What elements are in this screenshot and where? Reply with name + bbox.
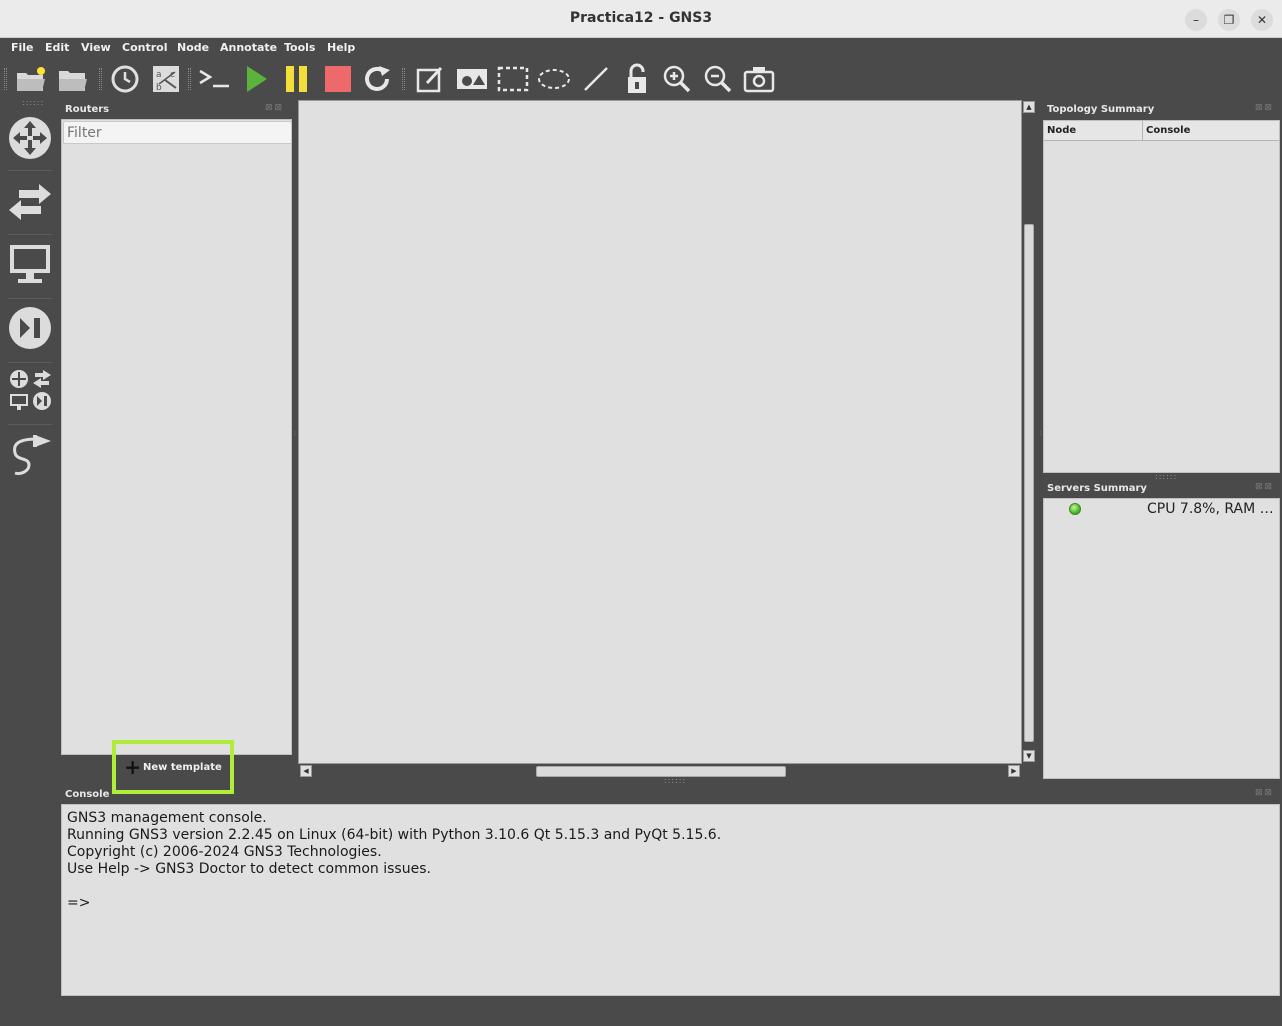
zoom-out-icon[interactable] (701, 63, 735, 95)
reload-all-icon[interactable] (361, 63, 395, 95)
console-dock-buttons[interactable]: ⊠⊠ (1255, 788, 1274, 798)
console-dock-title: Console (65, 789, 110, 800)
nodebar-separator (8, 362, 52, 363)
menu-view[interactable]: View (81, 41, 111, 54)
menu-file[interactable]: File (11, 41, 34, 54)
window-titlebar: Practica12 - GNS3 – ❐ ✕ (0, 0, 1282, 38)
topology-dock-buttons[interactable]: ⊠⊠ (1255, 103, 1274, 113)
start-all-icon[interactable] (239, 63, 273, 95)
menu-edit[interactable]: Edit (45, 41, 69, 54)
topology-summary-panel: Node Console (1043, 120, 1280, 473)
stop-all-icon[interactable] (321, 63, 355, 95)
scroll-up-arrow[interactable]: ▲ (1023, 101, 1035, 113)
servers-dock-buttons[interactable]: ⊠⊠ (1255, 482, 1274, 492)
security-devices-icon[interactable] (6, 304, 54, 352)
routers-panel (61, 119, 292, 755)
switches-icon[interactable] (6, 178, 54, 226)
console-line: GNS3 management console. (67, 810, 267, 826)
nodebar-separator (8, 170, 52, 171)
server-status-text[interactable]: CPU 7.8%, RAM … (1147, 501, 1274, 517)
nodebar-separator (8, 298, 52, 299)
console-output[interactable]: GNS3 management console. Running GNS3 ver… (67, 810, 721, 912)
svg-text:a: a (156, 70, 162, 80)
column-console[interactable]: Console (1146, 125, 1190, 136)
servers-summary-panel: CPU 7.8%, RAM … (1043, 498, 1280, 779)
menu-tools[interactable]: Tools (284, 41, 315, 54)
console-panel[interactable]: GNS3 management console. Running GNS3 ver… (61, 804, 1280, 996)
routers-dock-buttons[interactable]: ⊠⊠ (265, 103, 284, 113)
toolbar-separator (188, 68, 191, 90)
horizontal-scroll-thumb[interactable] (536, 766, 786, 777)
window-title: Practica12 - GNS3 (569, 10, 713, 26)
suspend-all-icon[interactable] (280, 63, 314, 95)
new-template-label: New template (143, 761, 222, 773)
draw-ellipse-icon[interactable] (537, 63, 571, 95)
nodebar-separator (8, 234, 52, 235)
routers-icon[interactable] (6, 114, 54, 162)
minimize-button[interactable]: – (1185, 9, 1207, 31)
draw-line-icon[interactable] (579, 63, 613, 95)
nodebar-grip: :::::: (22, 98, 45, 107)
all-devices-icon[interactable] (6, 366, 54, 414)
maximize-button[interactable]: ❐ (1218, 9, 1240, 31)
topology-summary-title: Topology Summary (1047, 104, 1155, 115)
main-toolbar: acb (0, 60, 1282, 98)
topology-canvas[interactable] (298, 100, 1022, 764)
show-interface-labels-icon[interactable]: acb (149, 63, 183, 95)
splitter-grip[interactable]: :::::: (664, 776, 686, 785)
device-category-bar: :::::: (0, 98, 60, 498)
zoom-in-icon[interactable] (660, 63, 694, 95)
new-project-icon[interactable] (14, 63, 48, 95)
open-project-icon[interactable] (56, 63, 90, 95)
toolbar-separator (402, 68, 405, 90)
console-all-icon[interactable] (197, 63, 231, 95)
filter-input[interactable] (63, 121, 292, 144)
routers-dock-title: Routers (65, 104, 110, 115)
plus-icon: + (124, 755, 141, 779)
servers-summary-title: Servers Summary (1047, 483, 1147, 494)
topology-splitter-grip[interactable]: :::::: (1155, 472, 1177, 481)
column-node[interactable]: Node (1047, 125, 1076, 136)
scroll-left-arrow[interactable]: ◀ (300, 765, 312, 777)
menu-help[interactable]: Help (327, 41, 355, 54)
scroll-right-arrow[interactable]: ▶ (1008, 765, 1020, 777)
topology-table-header: Node Console (1044, 121, 1279, 141)
vertical-scroll-thumb[interactable] (1024, 224, 1034, 742)
svg-text:b: b (156, 83, 162, 93)
console-line: Running GNS3 version 2.2.45 on Linux (64… (67, 827, 722, 843)
console-line: Copyright (c) 2006-2024 GNS3 Technologie… (67, 844, 382, 860)
canvas-vertical-scrollbar[interactable]: ▲ ▼ (1022, 100, 1036, 764)
toolbar-grip (4, 68, 7, 90)
toolbar-separator (99, 68, 102, 90)
nodebar-separator (8, 424, 52, 425)
add-link-icon[interactable] (6, 430, 54, 478)
insert-image-icon[interactable] (455, 63, 489, 95)
menu-bar: File Edit View Control Node Annotate Too… (0, 38, 1282, 60)
draw-rectangle-icon[interactable] (496, 63, 530, 95)
server-status-led-icon (1069, 503, 1081, 515)
add-note-icon[interactable] (413, 63, 447, 95)
new-template-button[interactable]: + New template (112, 740, 234, 794)
menu-annotate[interactable]: Annotate (220, 41, 277, 54)
menu-node[interactable]: Node (177, 41, 209, 54)
snapshot-clock-icon[interactable] (108, 63, 142, 95)
lock-unlock-icon[interactable] (620, 63, 654, 95)
end-devices-icon[interactable] (6, 240, 54, 288)
close-button[interactable]: ✕ (1251, 9, 1273, 31)
scroll-down-arrow[interactable]: ▼ (1023, 750, 1035, 762)
menu-control[interactable]: Control (122, 41, 167, 54)
screenshot-icon[interactable] (742, 63, 776, 95)
console-prompt[interactable]: => (67, 895, 721, 912)
console-line: Use Help -> GNS3 Doctor to detect common… (67, 861, 431, 877)
left-splitter-grip[interactable]: ⋮ (292, 430, 298, 437)
